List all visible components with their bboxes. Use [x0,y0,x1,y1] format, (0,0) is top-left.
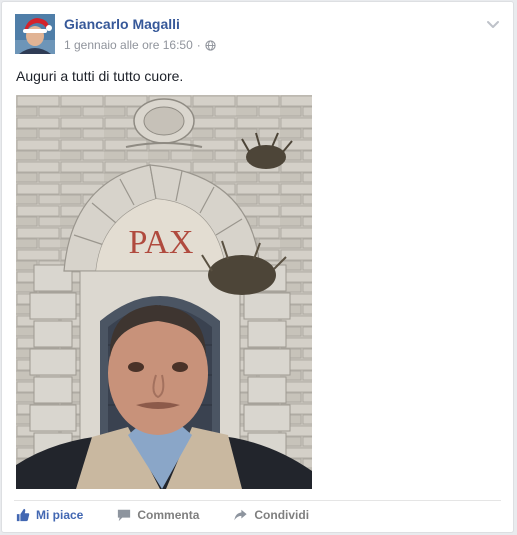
share-button[interactable]: Condividi [233,508,309,522]
author-name[interactable]: Giancarlo Magalli [64,16,180,32]
comment-icon [118,509,131,522]
avatar[interactable] [15,14,55,54]
post-photo[interactable]: PAX [16,95,312,489]
share-label: Condividi [254,508,310,522]
actions-divider [14,500,501,501]
share-arrow-icon [234,509,247,521]
like-button[interactable]: Mi piace [16,508,83,522]
pax-inscription: PAX [129,224,194,261]
post-timestamp[interactable]: 1 gennaio alle ore 16:50 [64,38,193,52]
like-label: Mi piace [36,508,84,522]
chevron-down-icon[interactable] [485,16,501,32]
comment-label: Commenta [137,508,200,522]
post-actions: Mi piace Commenta Condividi [16,508,343,522]
comment-button[interactable]: Commenta [117,508,199,522]
globe-icon[interactable] [205,39,216,51]
post-card: Giancarlo Magalli 1 gennaio alle ore 16:… [1,1,514,533]
post-meta: 1 gennaio alle ore 16:50 · [64,38,216,52]
thumbs-up-icon [16,508,30,522]
post-text: Auguri a tutti di tutto cuore. [16,68,184,84]
meta-separator: · [196,38,201,52]
avatar-image [15,14,55,54]
photo-image: PAX [16,95,312,489]
